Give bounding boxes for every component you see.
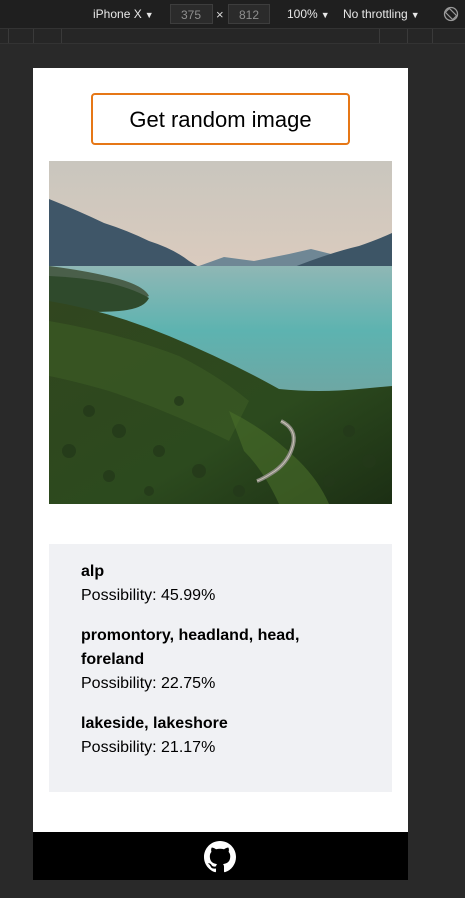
device-toolbar: iPhone X ▼ 375 × 812 100% ▼ No throttling ▼ xyxy=(0,0,465,28)
zoom-select[interactable]: 100% ▼ xyxy=(287,0,330,28)
throttling-select-label: No throttling xyxy=(343,7,408,21)
prediction-item: lakeside, lakeshore Possibility: 21.17% xyxy=(81,712,341,760)
prediction-possibility: Possibility: 22.75% xyxy=(81,675,216,692)
prediction-item: promontory, headland, head, foreland Pos… xyxy=(81,624,341,696)
prediction-label: promontory, headland, head, foreland xyxy=(81,627,300,668)
chevron-down-icon: ▼ xyxy=(320,10,330,20)
prediction-possibility: Possibility: 21.17% xyxy=(81,739,216,756)
footer xyxy=(33,832,408,880)
page-viewport: Get random image alp Possibility: 45.99%… xyxy=(33,68,408,880)
rotate-icon[interactable] xyxy=(443,6,459,22)
device-select-label: iPhone X xyxy=(93,7,142,21)
zoom-select-label: 100% xyxy=(287,7,318,21)
prediction-label: alp xyxy=(81,563,105,580)
get-random-image-button[interactable]: Get random image xyxy=(91,93,350,145)
landscape-image xyxy=(49,161,392,504)
width-input[interactable]: 375 xyxy=(170,4,213,24)
chevron-down-icon: ▼ xyxy=(410,10,420,20)
predictions-panel: alp Possibility: 45.99% promontory, head… xyxy=(49,544,392,792)
device-select[interactable]: iPhone X ▼ xyxy=(93,0,154,28)
media-query-ruler[interactable] xyxy=(0,28,465,44)
prediction-possibility: Possibility: 45.99% xyxy=(81,587,216,604)
prediction-label: lakeside, lakeshore xyxy=(81,715,228,732)
prediction-item: alp Possibility: 45.99% xyxy=(81,560,341,608)
github-icon[interactable] xyxy=(204,841,236,873)
height-input[interactable]: 812 xyxy=(228,4,270,24)
times-separator: × xyxy=(216,7,224,22)
throttling-select[interactable]: No throttling ▼ xyxy=(343,0,420,28)
chevron-down-icon: ▼ xyxy=(144,10,154,20)
